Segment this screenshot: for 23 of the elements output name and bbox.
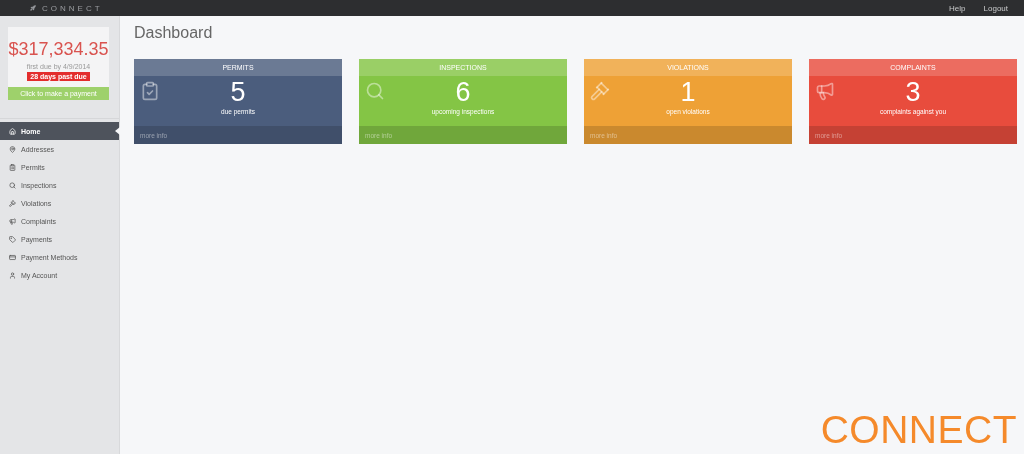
nav-link[interactable]: Help xyxy=(949,3,966,13)
nav-link[interactable]: Logout xyxy=(983,3,1008,13)
megaphone-icon xyxy=(9,217,16,225)
stat-count: 5 xyxy=(230,78,246,106)
clipboard-icon xyxy=(9,163,16,171)
stat-count: 1 xyxy=(680,78,696,106)
home-icon xyxy=(9,127,16,135)
gavel-icon xyxy=(590,81,610,101)
stat-count: 6 xyxy=(455,78,471,106)
page-title: Dashboard xyxy=(134,24,214,42)
tag-icon xyxy=(9,235,16,243)
megaphone-icon xyxy=(815,81,835,101)
gavel-icon xyxy=(9,199,16,207)
clipboard-icon xyxy=(140,81,160,101)
brand-logo[interactable]: CONNECT xyxy=(30,3,103,13)
map-pin-icon xyxy=(9,145,16,153)
footer-logo: CONNECT xyxy=(820,412,1017,448)
credit-card-icon xyxy=(9,253,16,261)
balance-amount: $317,334.35 xyxy=(8,39,109,60)
stat-count: 3 xyxy=(905,78,921,106)
search-icon xyxy=(365,81,385,101)
user-icon xyxy=(9,271,16,279)
search-icon xyxy=(9,181,16,189)
